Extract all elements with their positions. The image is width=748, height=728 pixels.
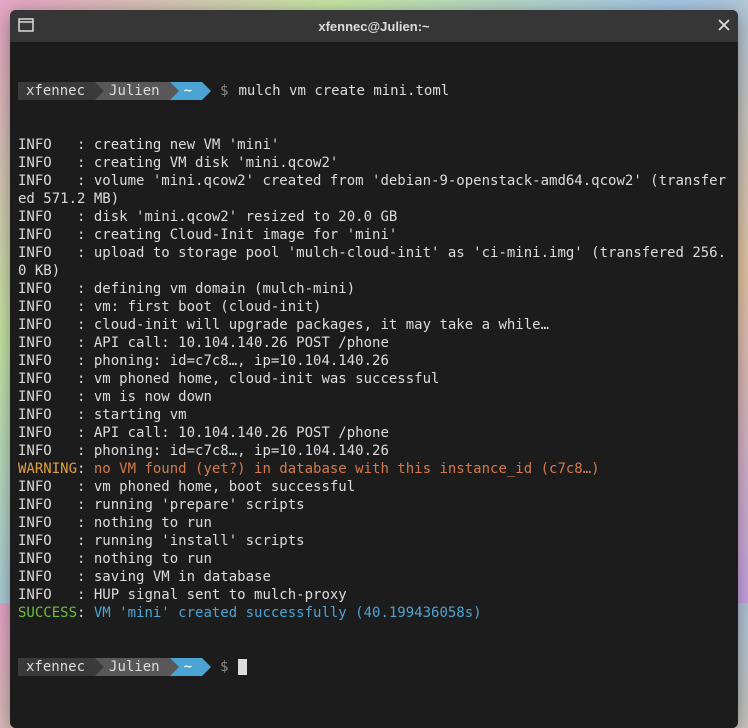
log-message: no VM found (yet?) in database with this… [94, 461, 600, 477]
log-line: INFO : creating new VM 'mini' [18, 136, 730, 154]
prompt-line-1: xfennecJulien~$ mulch vm create mini.tom… [18, 82, 730, 100]
prompt-host: Julien [95, 82, 170, 100]
log-line: INFO : volume 'mini.qcow2' created from … [18, 172, 730, 208]
log-level: INFO [18, 245, 77, 261]
log-line: INFO : starting vm [18, 406, 730, 424]
log-output: INFO : creating new VM 'mini'INFO : crea… [18, 136, 730, 622]
log-message: volume 'mini.qcow2' created from 'debian… [18, 173, 726, 207]
log-level: INFO [18, 407, 77, 423]
log-level: INFO [18, 137, 77, 153]
log-message: defining vm domain (mulch-mini) [94, 281, 355, 297]
log-message: cloud-init will upgrade packages, it may… [94, 317, 549, 333]
log-message: running 'prepare' scripts [94, 497, 305, 513]
log-message: API call: 10.104.140.26 POST /phone [94, 425, 389, 441]
log-level: INFO [18, 443, 77, 459]
log-level: WARNING [18, 461, 77, 477]
log-message: VM 'mini' created successfully (40.19943… [94, 605, 482, 621]
log-message: creating new VM 'mini' [94, 137, 279, 153]
close-icon[interactable] [718, 18, 730, 34]
log-message: nothing to run [94, 551, 212, 567]
log-level: INFO [18, 389, 77, 405]
prompt-user: xfennec [18, 82, 95, 100]
log-level: INFO [18, 497, 77, 513]
log-level: INFO [18, 353, 77, 369]
log-line: INFO : disk 'mini.qcow2' resized to 20.0… [18, 208, 730, 226]
log-line: INFO : upload to storage pool 'mulch-clo… [18, 244, 730, 280]
log-line: INFO : vm is now down [18, 388, 730, 406]
log-message: vm: first boot (cloud-init) [94, 299, 322, 315]
log-level: INFO [18, 587, 77, 603]
log-level: INFO [18, 227, 77, 243]
prompt-user: xfennec [18, 658, 95, 676]
log-line: INFO : phoning: id=c7c8…, ip=10.104.140.… [18, 442, 730, 460]
log-level: INFO [18, 371, 77, 387]
terminal-body[interactable]: xfennecJulien~$ mulch vm create mini.tom… [10, 42, 738, 728]
log-message: creating VM disk 'mini.qcow2' [94, 155, 338, 171]
log-level: INFO [18, 551, 77, 567]
log-line: WARNING: no VM found (yet?) in database … [18, 460, 730, 478]
log-line: INFO : vm phoned home, boot successful [18, 478, 730, 496]
prompt-host: Julien [95, 658, 170, 676]
command-text: mulch vm create mini.toml [238, 82, 449, 100]
log-message: saving VM in database [94, 569, 271, 585]
log-message: starting vm [94, 407, 187, 423]
log-message: API call: 10.104.140.26 POST /phone [94, 335, 389, 351]
log-message: upload to storage pool 'mulch-cloud-init… [18, 245, 726, 279]
log-message: running 'install' scripts [94, 533, 305, 549]
log-message: vm phoned home, cloud-init was successfu… [94, 371, 440, 387]
titlebar[interactable]: xfennec@Julien:~ [10, 10, 738, 42]
log-level: INFO [18, 209, 77, 225]
log-level: INFO [18, 281, 77, 297]
log-message: disk 'mini.qcow2' resized to 20.0 GB [94, 209, 397, 225]
log-line: INFO : creating Cloud-Init image for 'mi… [18, 226, 730, 244]
log-line: INFO : API call: 10.104.140.26 POST /pho… [18, 424, 730, 442]
window-title: xfennec@Julien:~ [42, 19, 706, 34]
log-level: INFO [18, 533, 77, 549]
log-line: INFO : nothing to run [18, 514, 730, 532]
log-level: SUCCESS [18, 605, 77, 621]
log-line: INFO : running 'prepare' scripts [18, 496, 730, 514]
log-line: INFO : saving VM in database [18, 568, 730, 586]
log-level: INFO [18, 479, 77, 495]
log-level: INFO [18, 335, 77, 351]
log-line: INFO : HUP signal sent to mulch-proxy [18, 586, 730, 604]
log-level: INFO [18, 425, 77, 441]
log-line: INFO : creating VM disk 'mini.qcow2' [18, 154, 730, 172]
log-level: INFO [18, 155, 77, 171]
log-line: INFO : running 'install' scripts [18, 532, 730, 550]
log-line: SUCCESS: VM 'mini' created successfully … [18, 604, 730, 622]
log-level: INFO [18, 317, 77, 333]
menu-icon[interactable] [18, 18, 34, 35]
log-line: INFO : defining vm domain (mulch-mini) [18, 280, 730, 298]
log-line: INFO : vm phoned home, cloud-init was su… [18, 370, 730, 388]
log-line: INFO : cloud-init will upgrade packages,… [18, 316, 730, 334]
log-message: nothing to run [94, 515, 212, 531]
prompt-line-2: xfennecJulien~$ [18, 658, 730, 676]
log-message: phoning: id=c7c8…, ip=10.104.140.26 [94, 353, 389, 369]
log-message: vm phoned home, boot successful [94, 479, 355, 495]
log-line: INFO : nothing to run [18, 550, 730, 568]
log-line: INFO : phoning: id=c7c8…, ip=10.104.140.… [18, 352, 730, 370]
log-level: INFO [18, 515, 77, 531]
log-line: INFO : API call: 10.104.140.26 POST /pho… [18, 334, 730, 352]
log-message: vm is now down [94, 389, 212, 405]
terminal-window: xfennec@Julien:~ xfennecJulien~$ mulch v… [10, 10, 738, 728]
log-level: INFO [18, 299, 77, 315]
log-level: INFO [18, 569, 77, 585]
log-message: phoning: id=c7c8…, ip=10.104.140.26 [94, 443, 389, 459]
log-message: HUP signal sent to mulch-proxy [94, 587, 347, 603]
log-line: INFO : vm: first boot (cloud-init) [18, 298, 730, 316]
log-message: creating Cloud-Init image for 'mini' [94, 227, 397, 243]
cursor [238, 659, 247, 675]
log-level: INFO [18, 173, 77, 189]
